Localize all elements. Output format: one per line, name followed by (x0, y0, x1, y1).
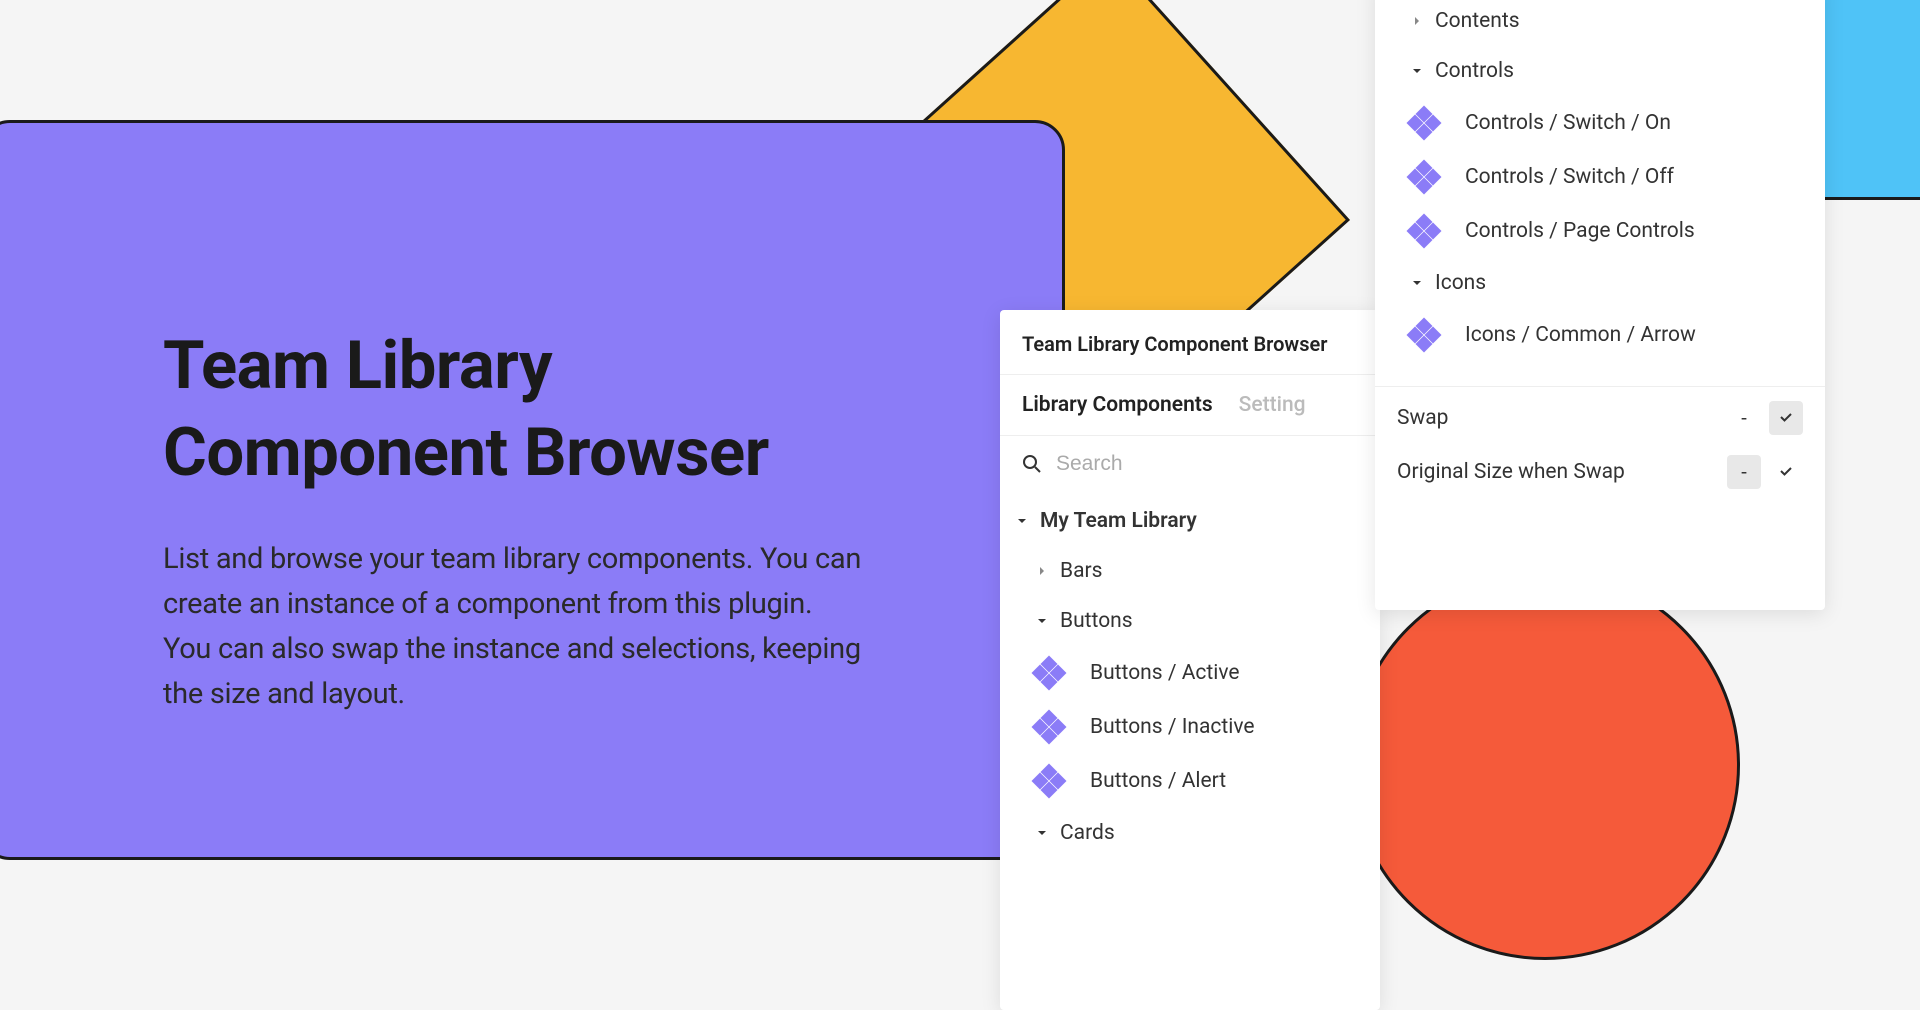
component-label: Controls / Switch / Off (1465, 165, 1674, 189)
component-item[interactable]: Controls / Switch / On (1375, 96, 1825, 150)
component-icon (1034, 658, 1064, 688)
component-item[interactable]: Controls / Switch / Off (1375, 150, 1825, 204)
check-icon (1778, 460, 1794, 484)
option-label: Original Size when Swap (1397, 460, 1625, 484)
tree-label: Icons (1435, 271, 1486, 295)
tab-library-components[interactable]: Library Components (1022, 393, 1213, 417)
component-label: Buttons / Active (1090, 661, 1240, 685)
hero-title: Team Library Component Browser (163, 323, 882, 497)
component-label: Controls / Switch / On (1465, 111, 1671, 135)
tree-group-controls[interactable]: Controls (1375, 46, 1825, 96)
component-item[interactable]: Controls / Page Controls (1375, 204, 1825, 258)
search-icon (1022, 454, 1042, 474)
browser-panel-right: Contents Controls Controls / Switch / On… (1375, 0, 1825, 610)
panel-title: Team Library Component Browser (1000, 310, 1380, 375)
component-label: Buttons / Alert (1090, 769, 1226, 793)
tree-label: Buttons (1060, 609, 1133, 633)
tree-label: Controls (1435, 59, 1514, 83)
panel-tabs: Library Components Setting (1000, 375, 1380, 436)
caret-down-icon (1409, 63, 1425, 79)
hero-card: Team Library Component Browser List and … (0, 120, 1065, 860)
caret-down-icon (1014, 513, 1030, 529)
component-label: Controls / Page Controls (1465, 219, 1695, 243)
option-check-button[interactable] (1769, 401, 1803, 435)
component-tree: Contents Controls Controls / Switch / On… (1375, 0, 1825, 366)
option-minus-button[interactable]: - (1727, 401, 1761, 435)
component-label: Icons / Common / Arrow (1465, 323, 1696, 347)
tree-label: My Team Library (1040, 509, 1197, 533)
tree-label: Contents (1435, 9, 1520, 33)
option-label: Swap (1397, 406, 1448, 430)
tree-group-icons[interactable]: Icons (1375, 258, 1825, 308)
tree-group-buttons[interactable]: Buttons (1000, 596, 1380, 646)
component-item[interactable]: Buttons / Active (1000, 646, 1380, 700)
option-minus-button[interactable]: - (1727, 455, 1761, 489)
component-icon (1409, 216, 1439, 246)
component-label: Buttons / Inactive (1090, 715, 1255, 739)
component-item[interactable]: Icons / Common / Arrow (1375, 308, 1825, 362)
component-icon (1409, 108, 1439, 138)
caret-down-icon (1034, 825, 1050, 841)
browser-panel-left: Team Library Component Browser Library C… (1000, 310, 1380, 1010)
decorative-orange-circle (1350, 570, 1740, 960)
component-icon (1409, 320, 1439, 350)
hero-description: List and browse your team library compon… (163, 537, 863, 717)
tree-label: Cards (1060, 821, 1115, 845)
tab-setting[interactable]: Setting (1239, 393, 1306, 417)
caret-down-icon (1409, 275, 1425, 291)
search-input[interactable] (1056, 452, 1358, 476)
component-icon (1034, 766, 1064, 796)
option-check-button[interactable] (1769, 455, 1803, 489)
component-icon (1034, 712, 1064, 742)
tree-group-contents[interactable]: Contents (1375, 0, 1825, 46)
tree-group-cards[interactable]: Cards (1000, 808, 1380, 858)
check-icon (1778, 406, 1794, 430)
tree-group-bars[interactable]: Bars (1000, 546, 1380, 596)
tree-library-root[interactable]: My Team Library (1000, 496, 1380, 546)
component-tree: My Team Library Bars Buttons Buttons / A… (1000, 492, 1380, 862)
component-icon (1409, 162, 1439, 192)
caret-down-icon (1034, 613, 1050, 629)
options-section: Swap - Original Size when Swap - (1375, 386, 1825, 503)
component-item[interactable]: Buttons / Inactive (1000, 700, 1380, 754)
tree-label: Bars (1060, 559, 1102, 583)
component-item[interactable]: Buttons / Alert (1000, 754, 1380, 808)
option-original-size: Original Size when Swap - (1375, 445, 1825, 499)
caret-right-icon (1034, 563, 1050, 579)
search-row (1000, 436, 1380, 492)
option-swap: Swap - (1375, 391, 1825, 445)
caret-right-icon (1409, 13, 1425, 29)
